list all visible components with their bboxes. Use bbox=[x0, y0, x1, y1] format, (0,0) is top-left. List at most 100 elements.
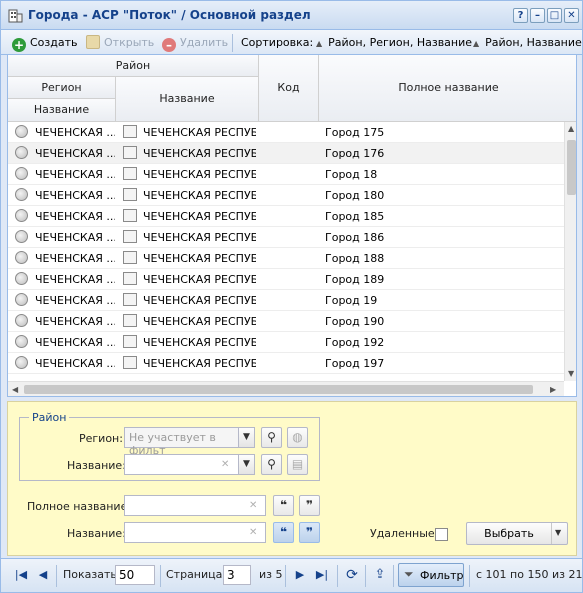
page-number-input[interactable]: 3 bbox=[223, 565, 251, 585]
table-row[interactable]: ЧЕЧЕНСКАЯ ... ЧЕЧЕНСКАЯ РЕСПУБ... Город 18 bbox=[8, 164, 564, 185]
prev-page-icon[interactable]: ◀ bbox=[35, 567, 51, 583]
search-icon[interactable]: ⚲ bbox=[261, 427, 282, 448]
map-icon bbox=[123, 272, 137, 285]
column-header-region[interactable]: Регион bbox=[8, 77, 116, 99]
table-row[interactable]: ЧЕЧЕНСКАЯ ... ЧЕЧЕНСКАЯ РЕСПУБ... Город 19… bbox=[8, 311, 564, 332]
maximize-button[interactable]: □ bbox=[547, 8, 562, 23]
globe-icon bbox=[15, 167, 28, 180]
table-row[interactable]: ЧЕЧЕНСКАЯ ... ЧЕЧЕНСКАЯ РЕСПУБ... Город 19… bbox=[8, 332, 564, 353]
globe-icon[interactable]: ◍ bbox=[287, 427, 308, 448]
search-icon[interactable]: ⚲ bbox=[261, 454, 282, 475]
close-button[interactable]: ✕ bbox=[564, 8, 579, 23]
create-label: Создать bbox=[30, 36, 78, 49]
paging-separator bbox=[285, 565, 286, 587]
column-header-code[interactable]: Код bbox=[259, 55, 319, 122]
scroll-left-icon[interactable]: ◀ bbox=[12, 385, 18, 394]
map-icon[interactable]: ▤ bbox=[287, 454, 308, 475]
cell-full-name: Город 192 bbox=[325, 336, 385, 349]
map-icon bbox=[123, 125, 137, 138]
globe-icon bbox=[15, 356, 28, 369]
clear-icon[interactable]: ✕ bbox=[221, 459, 229, 470]
table-row[interactable]: ЧЕЧЕНСКАЯ ... ЧЕЧЕНСКАЯ РЕСПУБ... Город 17… bbox=[8, 143, 564, 164]
quote-close-icon[interactable]: ❞ bbox=[299, 495, 320, 516]
table-row[interactable]: ЧЕЧЕНСКАЯ ... ЧЕЧЕНСКАЯ РЕСПУБ... Город 19… bbox=[8, 353, 564, 374]
cell-name: ЧЕЧЕНСКАЯ РЕСПУБ... bbox=[143, 336, 256, 349]
table-row[interactable]: ЧЕЧЕНСКАЯ ... ЧЕЧЕНСКАЯ РЕСПУБ... Город 18… bbox=[8, 269, 564, 290]
cell-full-name: Город 189 bbox=[325, 273, 385, 286]
region-label: Регион: bbox=[79, 432, 123, 445]
column-header-name[interactable]: Название bbox=[116, 77, 259, 122]
delete-button[interactable]: – Удалить bbox=[162, 35, 228, 52]
paging-separator bbox=[337, 565, 338, 587]
district-fieldset-legend: Район bbox=[29, 411, 70, 424]
cell-full-name: Город 197 bbox=[325, 357, 385, 370]
open-label: Открыть bbox=[104, 36, 155, 49]
deleted-checkbox[interactable] bbox=[435, 528, 448, 541]
paging-summary: с 101 по 150 из 215 bbox=[476, 568, 583, 581]
globe-icon bbox=[15, 251, 28, 264]
column-header-full-name[interactable]: Полное название bbox=[319, 55, 576, 122]
scroll-right-icon[interactable]: ▶ bbox=[550, 385, 556, 394]
horizontal-scrollbar[interactable]: ◀ ▶ bbox=[8, 381, 564, 396]
chevron-down-icon[interactable]: ▼ bbox=[238, 427, 255, 448]
refresh-icon[interactable]: ⟳ bbox=[344, 567, 360, 583]
paging-separator bbox=[393, 565, 394, 587]
delete-icon: – bbox=[162, 38, 176, 52]
create-button[interactable]: + Создать bbox=[12, 35, 78, 52]
page-size-input[interactable]: 50 bbox=[115, 565, 155, 585]
map-icon bbox=[123, 314, 137, 327]
filter-toggle-button[interactable]: ⏷ Фильтр bbox=[398, 563, 464, 587]
export-icon[interactable]: ⇪ bbox=[372, 567, 388, 583]
quote-open-icon[interactable]: ❝ bbox=[273, 522, 294, 543]
vertical-scroll-thumb[interactable] bbox=[567, 140, 576, 195]
table-row[interactable]: ЧЕЧЕНСКАЯ ... ЧЕЧЕНСКАЯ РЕСПУБ... Город 18… bbox=[8, 248, 564, 269]
globe-icon bbox=[15, 188, 28, 201]
cell-name: ЧЕЧЕНСКАЯ РЕСПУБ... bbox=[143, 210, 256, 223]
quote-open-icon[interactable]: ❝ bbox=[273, 495, 294, 516]
select-button[interactable]: Выбрать ▼ bbox=[466, 522, 568, 545]
first-page-icon[interactable]: |◀ bbox=[13, 567, 29, 583]
cell-full-name: Город 19 bbox=[325, 294, 378, 307]
table-row[interactable]: ЧЕЧЕНСКАЯ ... ЧЕЧЕНСКАЯ РЕСПУБ... Город 18… bbox=[8, 185, 564, 206]
horizontal-scroll-thumb[interactable] bbox=[24, 385, 533, 394]
minimize-button[interactable]: – bbox=[530, 8, 545, 23]
paging-separator bbox=[469, 565, 470, 587]
region-combobox[interactable]: Не участвует в фильт bbox=[124, 427, 240, 457]
quote-close-icon[interactable]: ❞ bbox=[299, 522, 320, 543]
scroll-down-icon[interactable]: ▼ bbox=[568, 369, 574, 378]
district-name-label: Название: bbox=[67, 459, 126, 472]
chevron-down-icon[interactable]: ▼ bbox=[555, 528, 561, 537]
table-row[interactable]: ЧЕЧЕНСКАЯ ... ЧЕЧЕНСКАЯ РЕСПУБ... Город 18… bbox=[8, 227, 564, 248]
cell-region: ЧЕЧЕНСКАЯ ... bbox=[35, 147, 115, 160]
chevron-down-icon[interactable]: ▼ bbox=[238, 454, 255, 475]
cell-full-name: Город 180 bbox=[325, 189, 385, 202]
table-row[interactable]: ЧЕЧЕНСКАЯ ... ЧЕЧЕНСКАЯ РЕСПУБ... Город 17… bbox=[8, 122, 564, 143]
clear-icon[interactable]: ✕ bbox=[249, 527, 257, 538]
grid-body: ЧЕЧЕНСКАЯ ... ЧЕЧЕНСКАЯ РЕСПУБ... Город 17… bbox=[8, 122, 564, 381]
cell-region: ЧЕЧЕНСКАЯ ... bbox=[35, 189, 115, 202]
next-page-icon[interactable]: ▶ bbox=[292, 567, 308, 583]
vertical-scrollbar[interactable]: ▲ ▼ bbox=[564, 122, 576, 381]
globe-icon bbox=[15, 146, 28, 159]
building-icon bbox=[8, 9, 23, 23]
last-page-icon[interactable]: ▶| bbox=[314, 567, 330, 583]
cell-region: ЧЕЧЕНСКАЯ ... bbox=[35, 294, 115, 307]
cell-region: ЧЕЧЕНСКАЯ ... bbox=[35, 126, 115, 139]
toolbar: + Создать Открыть – Удалить Сортировка: ▲ Р… bbox=[1, 30, 582, 55]
cell-full-name: Город 185 bbox=[325, 210, 385, 223]
table-row[interactable]: ЧЕЧЕНСКАЯ ... ЧЕЧЕНСКАЯ РЕСПУБ... Город 18… bbox=[8, 206, 564, 227]
sort-option-2[interactable]: ▲ Район, Название bbox=[473, 35, 582, 51]
add-icon: + bbox=[12, 38, 26, 52]
globe-icon bbox=[15, 314, 28, 327]
clear-icon[interactable]: ✕ bbox=[249, 500, 257, 511]
cell-name: ЧЕЧЕНСКАЯ РЕСПУБ... bbox=[143, 189, 256, 202]
sort-option-1[interactable]: ▲ Район, Регион, Название bbox=[316, 35, 472, 51]
column-group-district[interactable]: Район bbox=[8, 55, 259, 77]
open-button[interactable]: Открыть bbox=[86, 35, 154, 51]
name-input[interactable] bbox=[124, 522, 266, 543]
full-name-input[interactable] bbox=[124, 495, 266, 516]
help-button[interactable]: ? bbox=[513, 8, 528, 23]
column-header-region-name[interactable]: Название bbox=[8, 99, 116, 122]
table-row[interactable]: ЧЕЧЕНСКАЯ ... ЧЕЧЕНСКАЯ РЕСПУБ... Город 19 bbox=[8, 290, 564, 311]
scroll-up-icon[interactable]: ▲ bbox=[568, 124, 574, 133]
